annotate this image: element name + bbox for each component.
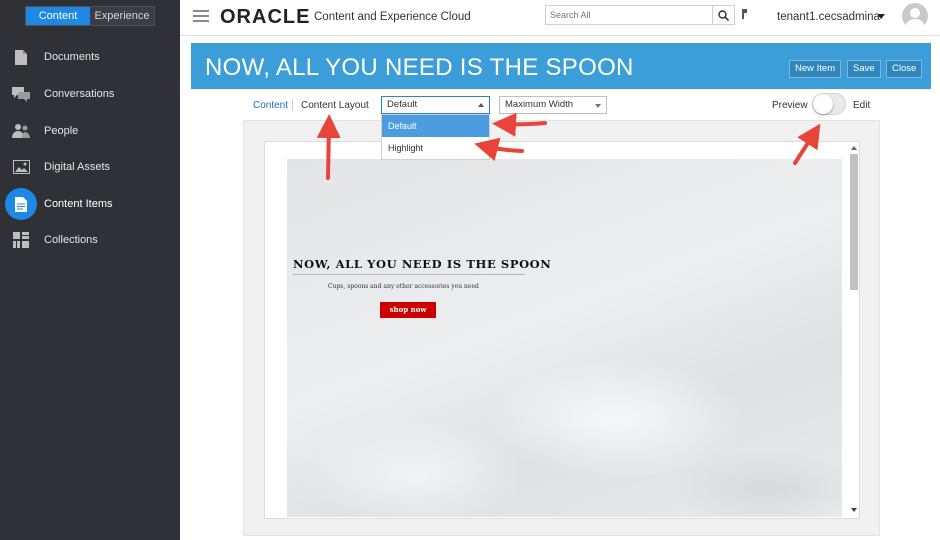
- hero-subtitle: Cups, spoons and any other accessories y…: [328, 283, 479, 290]
- layout-dropdown-menu: Default Highlight: [381, 114, 490, 160]
- sidebar-item-content-items[interactable]: Content Items: [0, 187, 180, 221]
- new-item-button[interactable]: New Item: [789, 60, 842, 78]
- sidebar-item-label: People: [44, 125, 79, 137]
- image-icon: [12, 158, 30, 176]
- preview-edit-toggle[interactable]: [812, 93, 846, 115]
- grid-icon: [12, 231, 30, 249]
- width-select-value: Maximum Width: [505, 99, 574, 110]
- sidebar-item-label: Conversations: [44, 88, 115, 100]
- search-icon: [718, 9, 729, 21]
- width-select[interactable]: Maximum Width: [499, 96, 607, 114]
- app-title: Content and Experience Cloud: [314, 11, 471, 23]
- preview-scrollbar[interactable]: [848, 144, 859, 517]
- people-icon: [12, 122, 30, 140]
- sidebar-item-label: Documents: [44, 51, 100, 63]
- top-bar: ORACLE Content and Experience Cloud tena…: [180, 0, 940, 36]
- oracle-logo: ORACLE: [220, 6, 311, 28]
- edit-label: Edit: [853, 100, 871, 111]
- toggle-knob: [813, 94, 833, 114]
- close-button[interactable]: Close: [886, 60, 923, 78]
- sidebar-item-documents[interactable]: Documents: [0, 40, 180, 74]
- content-switch-button[interactable]: Content: [26, 7, 90, 25]
- toolbar-divider: [292, 99, 293, 111]
- hamburger-menu-icon[interactable]: [193, 10, 209, 22]
- user-menu[interactable]: tenant1.cecsadmina: [777, 11, 880, 23]
- preview-label: Preview: [772, 100, 808, 111]
- layout-option-default[interactable]: Default: [382, 115, 489, 137]
- content-item-icon: [5, 188, 37, 220]
- hero-background: [287, 159, 842, 517]
- sidebar-item-collections[interactable]: Collections: [0, 223, 180, 257]
- sidebar-item-people[interactable]: People: [0, 114, 180, 148]
- content-layout-label: Content Layout: [301, 100, 369, 111]
- item-header-banner: NOW, ALL YOU NEED IS THE SPOON New Item …: [191, 43, 931, 89]
- chevron-up-icon: [478, 103, 484, 107]
- pin-icon[interactable]: [740, 9, 749, 22]
- layout-select[interactable]: Default: [381, 96, 490, 114]
- sidebar: Content Experience Documents Conversatio…: [0, 0, 180, 540]
- save-button[interactable]: Save: [847, 60, 881, 78]
- scroll-down-icon[interactable]: [851, 508, 857, 512]
- hero-title: NOW, ALL YOU NEED IS THE SPOON: [293, 257, 552, 271]
- avatar[interactable]: [902, 3, 928, 29]
- scroll-up-icon[interactable]: [851, 146, 857, 150]
- tab-content[interactable]: Content: [253, 100, 288, 111]
- hero-divider: [293, 274, 525, 275]
- sidebar-item-label: Content Items: [44, 198, 113, 210]
- experience-switch-button[interactable]: Experience: [90, 7, 154, 25]
- search-input[interactable]: [546, 6, 706, 24]
- search-box: [545, 5, 735, 25]
- document-icon: [12, 48, 30, 66]
- sidebar-item-label: Collections: [44, 234, 98, 246]
- content-experience-switch: Content Experience: [25, 6, 155, 26]
- shop-now-button[interactable]: shop now: [380, 302, 436, 318]
- layout-option-highlight[interactable]: Highlight: [382, 137, 489, 159]
- sidebar-item-digital-assets[interactable]: Digital Assets: [0, 150, 180, 184]
- conversations-icon: [12, 85, 30, 103]
- sidebar-item-conversations[interactable]: Conversations: [0, 77, 180, 111]
- chevron-down-icon[interactable]: [877, 14, 885, 19]
- layout-select-value: Default: [387, 99, 418, 110]
- page-title: NOW, ALL YOU NEED IS THE SPOON: [205, 54, 634, 81]
- sidebar-item-label: Digital Assets: [44, 161, 111, 173]
- search-button[interactable]: [712, 6, 734, 24]
- chevron-down-icon: [595, 104, 601, 108]
- scroll-thumb[interactable]: [850, 154, 858, 290]
